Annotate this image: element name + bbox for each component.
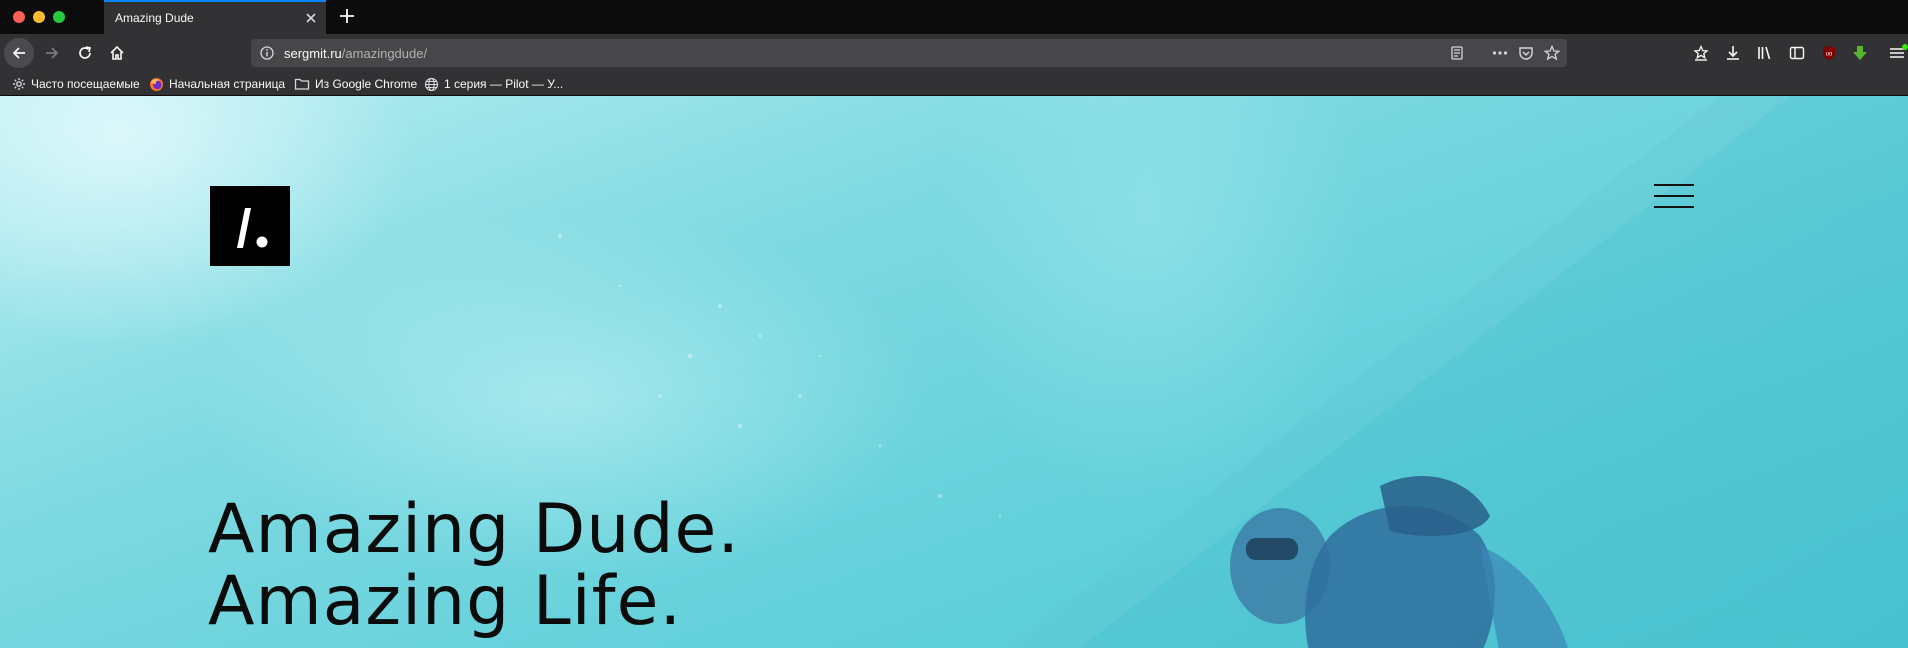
url-path: /amazingdude/	[341, 46, 428, 61]
sidebar-icon[interactable]	[1788, 44, 1806, 62]
close-window-button[interactable]	[13, 11, 25, 23]
navigation-toolbar: sergmit.ru/amazingdude/ uo	[0, 34, 1908, 72]
bookmark-start-page[interactable]: Начальная страница	[149, 76, 285, 92]
bookmark-label: 1 серия — Pilot — У...	[444, 77, 564, 91]
bookmark-label: Из Google Chrome	[315, 77, 418, 91]
bookmark-folder-chrome[interactable]: Из Google Chrome	[294, 76, 417, 92]
svg-text:uo: uo	[1826, 52, 1833, 58]
folder-icon	[294, 78, 310, 90]
hero-line-2: Amazing Life.	[208, 562, 683, 641]
bookmark-label: Часто посещаемые	[31, 77, 140, 91]
url-host: sergmit.ru	[284, 46, 342, 61]
maximize-window-button[interactable]	[53, 11, 65, 23]
bookmark-star-icon[interactable]	[1543, 44, 1561, 62]
pocket-icon[interactable]	[1517, 44, 1535, 62]
new-tab-icon[interactable]	[336, 5, 358, 27]
download-helper-icon[interactable]	[1851, 44, 1869, 62]
gear-icon	[13, 78, 25, 90]
globe-icon	[424, 77, 439, 91]
hero-section: Amazing Dude. Amazing Life.	[0, 96, 1908, 648]
hero-heading: Amazing Dude. Amazing Life.	[208, 494, 740, 638]
skier-image	[1230, 476, 1568, 648]
tab-bar: Amazing Dude	[0, 0, 1908, 34]
bookmarks-menu-icon[interactable]	[1692, 44, 1710, 62]
reader-view-icon[interactable]	[1448, 44, 1466, 62]
bookmark-label: Начальная страница	[169, 77, 286, 91]
page-actions-icon[interactable]	[1491, 44, 1509, 62]
hero-line-1: Amazing Dude.	[208, 490, 740, 569]
slash-dot-logo-icon	[237, 208, 268, 248]
close-tab-icon[interactable]	[302, 9, 320, 27]
address-bar[interactable]: sergmit.ru/amazingdude/	[251, 39, 1567, 67]
back-icon[interactable]	[4, 38, 34, 68]
url-text[interactable]: sergmit.ru/amazingdude/	[284, 46, 427, 61]
ublock-origin-icon[interactable]: uo	[1820, 44, 1838, 62]
bookmark-most-visited[interactable]: Часто посещаемые	[12, 76, 140, 92]
tab-title: Amazing Dude	[115, 11, 194, 25]
tab-active[interactable]: Amazing Dude	[104, 0, 326, 34]
hamburger-menu-icon[interactable]	[1654, 184, 1694, 208]
forward-icon[interactable]	[37, 38, 67, 68]
minimize-window-button[interactable]	[33, 11, 45, 23]
menu-icon[interactable]	[1888, 44, 1908, 62]
site-info-icon[interactable]	[259, 45, 275, 61]
firefox-icon	[150, 77, 163, 91]
downloads-icon[interactable]	[1724, 44, 1742, 62]
bookmarks-toolbar: Часто посещаемые Начальная страница Из G…	[0, 72, 1908, 96]
reload-icon[interactable]	[70, 38, 100, 68]
library-icon[interactable]	[1756, 44, 1774, 62]
home-icon[interactable]	[102, 38, 132, 68]
bookmark-pilot-episode[interactable]: 1 серия — Pilot — У...	[424, 76, 563, 92]
site-logo[interactable]	[210, 186, 290, 266]
